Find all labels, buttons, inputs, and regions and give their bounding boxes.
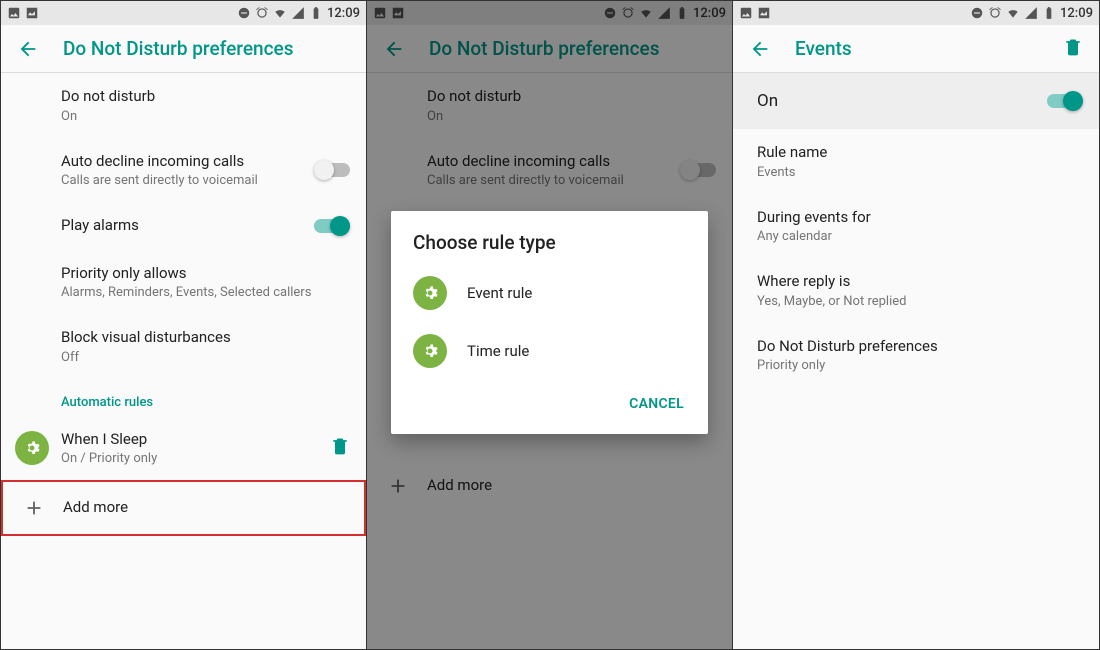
- back-arrow-icon[interactable]: [749, 38, 771, 60]
- dnd-icon: [603, 6, 617, 20]
- add-more-button[interactable]: Add more: [367, 462, 732, 510]
- alarm-icon: [255, 6, 269, 20]
- automatic-rules-header: Automatic rules: [1, 379, 366, 416]
- delete-button[interactable]: [1063, 37, 1083, 61]
- setting-play-alarms[interactable]: Play alarms: [1, 202, 366, 250]
- plus-icon: [381, 469, 415, 503]
- plus-icon: [17, 491, 51, 525]
- delete-rule-button[interactable]: [330, 436, 350, 460]
- image-icon: [7, 6, 21, 20]
- cancel-button[interactable]: CANCEL: [619, 388, 694, 420]
- status-time: 12:09: [1060, 6, 1093, 21]
- dnd-icon: [237, 6, 251, 20]
- play-alarms-switch[interactable]: [314, 216, 350, 236]
- status-time: 12:09: [327, 6, 360, 21]
- alarm-icon: [988, 6, 1002, 20]
- image-icon: [739, 6, 753, 20]
- status-bar: 12:09: [1, 1, 366, 25]
- gear-icon: [413, 334, 447, 368]
- status-time: 12:09: [693, 6, 726, 21]
- setting-block-visual[interactable]: Block visual disturbances Off: [1, 314, 366, 379]
- setting-priority-only[interactable]: Priority only allows Alarms, Reminders, …: [1, 250, 366, 315]
- page-title: Do Not Disturb preferences: [429, 37, 716, 60]
- battery-icon: [1042, 6, 1056, 20]
- page-title: Events: [795, 37, 1039, 60]
- wifi-icon: [1006, 6, 1020, 20]
- event-rule-option[interactable]: Event rule: [391, 264, 708, 322]
- signal-icon: [657, 6, 671, 20]
- dialog-title: Choose rule type: [391, 211, 708, 264]
- chart-icon: [757, 6, 771, 20]
- back-arrow-icon[interactable]: [17, 38, 39, 60]
- setting-during-events-for[interactable]: During events for Any calendar: [733, 194, 1099, 259]
- alarm-icon: [621, 6, 635, 20]
- setting-auto-decline[interactable]: Auto decline incoming calls Calls are se…: [1, 138, 366, 203]
- rule-enabled-toggle-row[interactable]: On: [733, 73, 1099, 129]
- setting-do-not-disturb[interactable]: Do not disturb On: [1, 73, 366, 138]
- chart-icon: [25, 6, 39, 20]
- rule-when-i-sleep[interactable]: When I Sleep On / Priority only: [1, 416, 366, 481]
- setting-rule-name[interactable]: Rule name Events: [733, 129, 1099, 194]
- battery-icon: [309, 6, 323, 20]
- setting-dnd-preferences[interactable]: Do Not Disturb preferences Priority only: [733, 323, 1099, 388]
- setting-auto-decline[interactable]: Auto decline incoming calls Calls are se…: [367, 138, 732, 203]
- app-bar: Events: [733, 25, 1099, 73]
- signal-icon: [1024, 6, 1038, 20]
- gear-icon: [413, 276, 447, 310]
- wifi-icon: [273, 6, 287, 20]
- page-title: Do Not Disturb preferences: [63, 37, 350, 60]
- app-bar: Do Not Disturb preferences: [367, 25, 732, 73]
- rule-enabled-switch[interactable]: [1047, 91, 1083, 111]
- back-arrow-icon[interactable]: [383, 38, 405, 60]
- gear-icon: [15, 431, 49, 465]
- chart-icon: [391, 6, 405, 20]
- battery-icon: [675, 6, 689, 20]
- setting-do-not-disturb[interactable]: Do not disturb On: [367, 73, 732, 138]
- app-bar: Do Not Disturb preferences: [1, 25, 366, 73]
- auto-decline-switch[interactable]: [314, 160, 350, 180]
- auto-decline-switch[interactable]: [680, 160, 716, 180]
- add-more-button[interactable]: Add more: [1, 480, 366, 536]
- wifi-icon: [639, 6, 653, 20]
- image-icon: [373, 6, 387, 20]
- setting-where-reply-is[interactable]: Where reply is Yes, Maybe, or Not replie…: [733, 258, 1099, 323]
- time-rule-option[interactable]: Time rule: [391, 322, 708, 380]
- status-bar: 12:09: [733, 1, 1099, 25]
- dnd-icon: [970, 6, 984, 20]
- choose-rule-type-dialog: Choose rule type Event rule Time rule CA…: [391, 211, 708, 434]
- status-bar: 12:09: [367, 1, 732, 25]
- signal-icon: [291, 6, 305, 20]
